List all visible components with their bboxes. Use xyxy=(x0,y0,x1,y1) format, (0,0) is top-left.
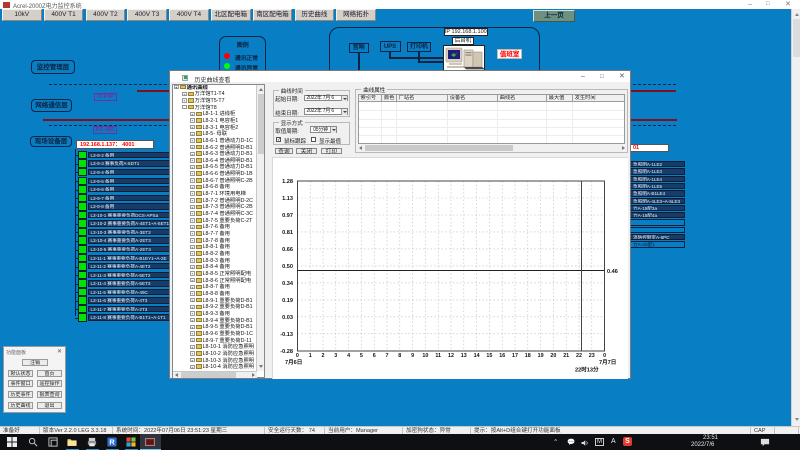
svg-text:0.34: 0.34 xyxy=(282,281,294,287)
svg-text:9: 9 xyxy=(411,353,414,359)
svg-text:15: 15 xyxy=(486,353,492,359)
svg-text:0: 0 xyxy=(296,353,299,359)
svg-text:1: 1 xyxy=(309,353,312,359)
svg-text:7: 7 xyxy=(385,353,388,359)
svg-text:23: 23 xyxy=(589,353,595,359)
svg-text:0: 0 xyxy=(603,353,606,359)
svg-text:21: 21 xyxy=(563,353,569,359)
svg-text:11: 11 xyxy=(435,353,441,359)
svg-text:10: 10 xyxy=(422,353,428,359)
svg-text:19: 19 xyxy=(537,353,543,359)
svg-text:-0.28: -0.28 xyxy=(280,349,293,355)
svg-text:2: 2 xyxy=(321,353,324,359)
svg-text:0.97: 0.97 xyxy=(282,213,293,219)
svg-text:16: 16 xyxy=(499,353,505,359)
svg-text:4: 4 xyxy=(347,353,350,359)
svg-text:20: 20 xyxy=(550,353,556,359)
svg-text:12: 12 xyxy=(448,353,454,359)
svg-text:8: 8 xyxy=(398,353,401,359)
svg-text:0.46: 0.46 xyxy=(607,269,618,275)
svg-text:6: 6 xyxy=(373,353,376,359)
svg-text:13: 13 xyxy=(461,353,467,359)
svg-text:0.03: 0.03 xyxy=(282,315,293,321)
svg-text:0.19: 0.19 xyxy=(282,298,293,304)
svg-text:7月6日: 7月6日 xyxy=(285,358,302,366)
svg-text:1.13: 1.13 xyxy=(282,196,293,202)
svg-text:1.28: 1.28 xyxy=(282,179,293,185)
svg-text:0.81: 0.81 xyxy=(282,230,293,236)
svg-text:22: 22 xyxy=(576,353,582,359)
svg-text:14: 14 xyxy=(473,353,479,359)
svg-text:17: 17 xyxy=(512,353,518,359)
svg-text:22时13分: 22时13分 xyxy=(575,366,599,374)
svg-text:-0.13: -0.13 xyxy=(280,332,293,338)
svg-text:0.66: 0.66 xyxy=(282,247,293,253)
svg-text:18: 18 xyxy=(525,353,531,359)
svg-text:7月7日: 7月7日 xyxy=(599,358,616,366)
svg-text:R: R xyxy=(109,438,115,447)
svg-text:5: 5 xyxy=(360,353,363,359)
svg-text:0.50: 0.50 xyxy=(282,264,293,270)
svg-text:3: 3 xyxy=(334,353,337,359)
